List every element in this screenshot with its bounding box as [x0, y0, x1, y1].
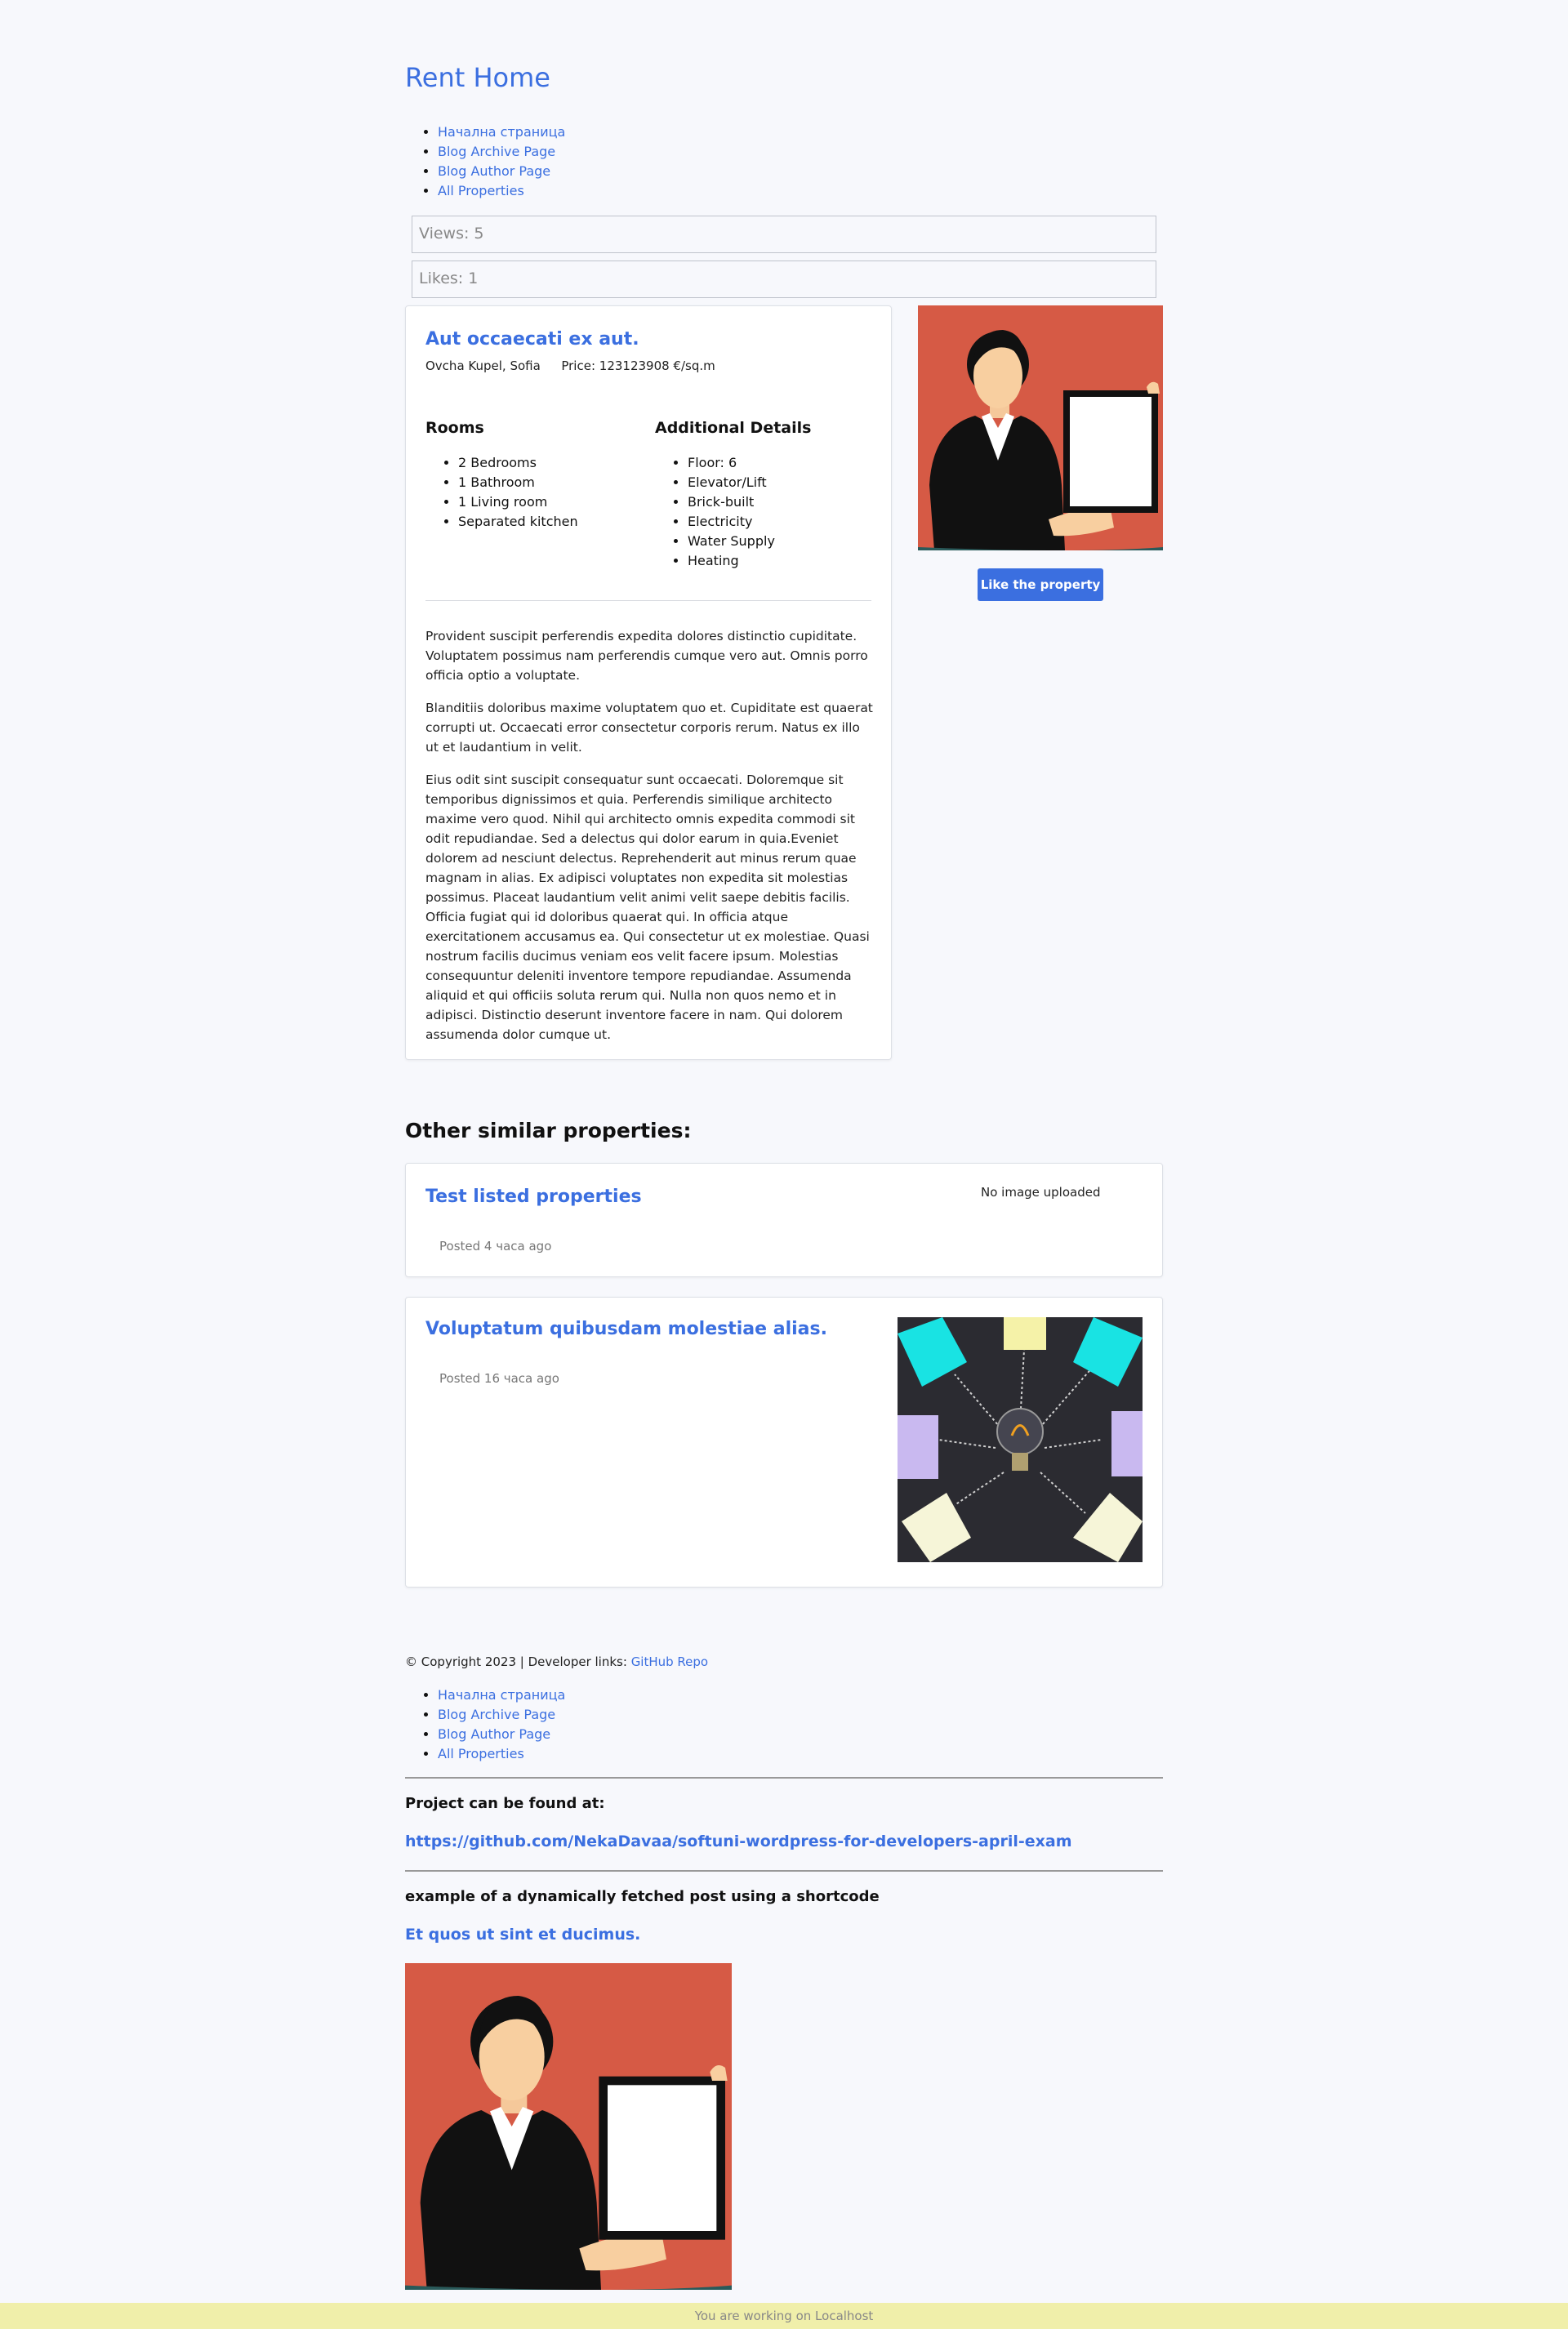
views-counter: Views: 5 [412, 216, 1156, 253]
description-paragraph: Eius odit sint suscipit consequatur sunt… [425, 773, 870, 1042]
shortcode-post-link[interactable]: Et quos ut sint et ducimus. [405, 1926, 640, 1944]
copyright: © Copyright 2023 | Developer links: GitH… [405, 1654, 708, 1669]
list-item: 2 Bedrooms [458, 453, 578, 473]
details-list: Floor: 6 Elevator/Lift Brick-built Elect… [655, 453, 775, 571]
rooms-heading: Rooms [425, 419, 484, 437]
footer-divider [405, 1870, 1163, 1872]
footer-nav-item-all-properties[interactable]: All Properties [438, 1744, 565, 1764]
nav-link[interactable]: Blog Author Page [438, 1726, 550, 1742]
property-card: Aut occaecati ex aut. Ovcha Kupel, Sofia… [405, 305, 892, 1060]
lightbulb-sticky-notes-photo [898, 1317, 1143, 1562]
woman-tablet-illustration [918, 305, 1163, 550]
likes-counter: Likes: 1 [412, 261, 1156, 298]
similar-title[interactable]: Test listed properties [425, 1187, 642, 1207]
similar-card: Voluptatum quibusdam molestiae alias. Po… [405, 1297, 1163, 1588]
nav-item-home[interactable]: Начална страница [438, 122, 565, 142]
footer-nav-item-blog-archive[interactable]: Blog Archive Page [438, 1705, 565, 1725]
nav-item-blog-author[interactable]: Blog Author Page [438, 162, 565, 181]
similar-heading: Other similar properties: [405, 1119, 692, 1142]
like-property-button[interactable]: Like the property [978, 568, 1103, 601]
nav-link[interactable]: Blog Archive Page [438, 144, 555, 159]
footer-nav-item-home[interactable]: Начална страница [438, 1686, 565, 1705]
nav-item-all-properties[interactable]: All Properties [438, 181, 565, 201]
copyright-text: © Copyright 2023 | Developer links: [405, 1654, 631, 1669]
shortcode-post-image[interactable] [405, 1963, 732, 2290]
list-item: Elevator/Lift [688, 473, 775, 492]
nav-link[interactable]: Начална страница [438, 124, 565, 140]
similar-card: Test listed properties Posted 4 часа ago… [405, 1163, 1163, 1277]
list-item: Water Supply [688, 532, 775, 551]
nav-link[interactable]: Blog Archive Page [438, 1707, 555, 1722]
property-location: Ovcha Kupel, Sofia [425, 358, 541, 373]
site-title[interactable]: Rent Home [405, 62, 550, 93]
details-heading: Additional Details [655, 419, 812, 437]
property-price: Price: 123123908 €/sq.m [561, 358, 715, 373]
list-item: Electricity [688, 512, 775, 532]
github-repo-link[interactable]: GitHub Repo [631, 1654, 708, 1669]
nav-item-blog-archive[interactable]: Blog Archive Page [438, 142, 565, 162]
posted-date: Posted 4 часа ago [439, 1239, 552, 1254]
list-item: Heating [688, 551, 775, 571]
nav-link[interactable]: Начална страница [438, 1687, 565, 1703]
list-item: Separated kitchen [458, 512, 578, 532]
list-item: Floor: 6 [688, 453, 775, 473]
similar-title[interactable]: Voluptatum quibusdam molestiae alias. [425, 1319, 827, 1339]
woman-tablet-illustration [405, 1963, 732, 2290]
nav-link[interactable]: All Properties [438, 183, 524, 198]
project-found-at: Project can be found at: [405, 1795, 605, 1812]
project-github-link[interactable]: https://github.com/NekaDavaa/softuni-wor… [405, 1832, 1072, 1850]
property-description: Provident suscipit perferendis expedita … [425, 626, 873, 1058]
similar-image[interactable] [898, 1317, 1143, 1562]
property-image [918, 305, 1163, 550]
list-item: 1 Living room [458, 492, 578, 512]
localhost-status-bar: You are working on Localhost [0, 2303, 1568, 2329]
header-nav: Начална страница Blog Archive Page Blog … [438, 122, 565, 201]
description-paragraph: Blanditiis doloribus maxime voluptatem q… [425, 701, 873, 755]
list-item: 1 Bathroom [458, 473, 578, 492]
footer-nav-item-blog-author[interactable]: Blog Author Page [438, 1725, 565, 1744]
no-image-text: No image uploaded [981, 1185, 1101, 1200]
rooms-list: 2 Bedrooms 1 Bathroom 1 Living room Sepa… [425, 453, 578, 532]
footer-divider [405, 1777, 1163, 1779]
list-item: Brick-built [688, 492, 775, 512]
divider [425, 600, 871, 601]
nav-link[interactable]: Blog Author Page [438, 163, 550, 179]
footer-nav: Начална страница Blog Archive Page Blog … [438, 1686, 565, 1764]
property-meta: Ovcha Kupel, Sofia Price: 123123908 €/sq… [425, 358, 715, 373]
nav-link[interactable]: All Properties [438, 1746, 524, 1761]
posted-date: Posted 16 часа ago [439, 1371, 559, 1386]
description-paragraph: Provident suscipit perferendis expedita … [425, 629, 868, 683]
property-title[interactable]: Aut occaecati ex aut. [425, 329, 639, 350]
shortcode-heading: example of a dynamically fetched post us… [405, 1888, 880, 1905]
